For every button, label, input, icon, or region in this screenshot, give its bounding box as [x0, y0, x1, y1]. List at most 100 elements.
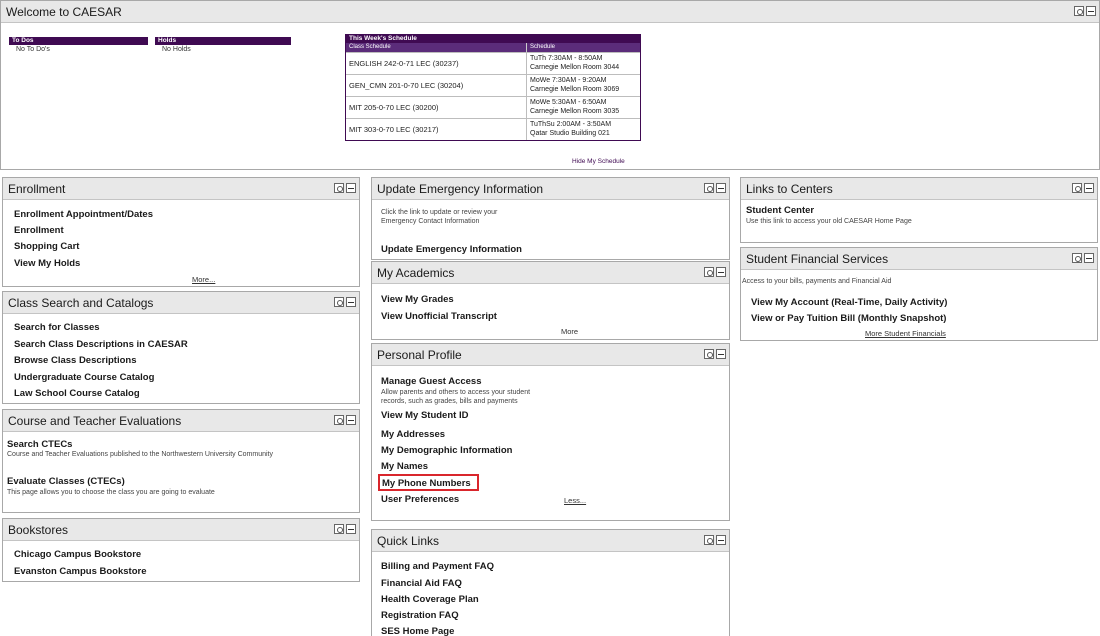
view-my-account-link[interactable]: View My Account (Real-Time, Daily Activi… — [751, 297, 947, 308]
health-coverage-link[interactable]: Health Coverage Plan — [381, 594, 479, 605]
emergency-header: Update Emergency Information — [372, 178, 729, 200]
view-my-grades-link[interactable]: View My Grades — [381, 294, 454, 305]
minimize-icon[interactable] — [716, 349, 726, 359]
evanston-bookstore-link[interactable]: Evanston Campus Bookstore — [14, 566, 147, 577]
settings-icon[interactable] — [704, 267, 714, 277]
view-student-id-link[interactable]: View My Student ID — [381, 410, 468, 421]
class-search-header: Class Search and Catalogs — [3, 292, 359, 314]
emergency-title: Update Emergency Information — [377, 182, 544, 196]
table-row: MIT 205-0-70 LEC (30200) MoWe 5:30AM - 6… — [346, 96, 640, 118]
schedule-cell: MoWe 7:30AM - 9:20AM Carnegie Mellon Roo… — [527, 75, 619, 96]
search-ctecs-link[interactable]: Search CTECs — [7, 439, 72, 450]
search-for-classes-link[interactable]: Search for Classes — [14, 322, 100, 333]
academics-more-link[interactable]: More — [561, 327, 578, 336]
enrollment-header: Enrollment — [3, 178, 359, 200]
academics-header: My Academics — [372, 262, 729, 284]
minimize-icon[interactable] — [1086, 6, 1096, 16]
emergency-desc-line1: Click the link to update or review your — [381, 209, 498, 216]
minimize-icon[interactable] — [346, 415, 356, 425]
student-center-link[interactable]: Student Center — [746, 205, 814, 216]
undergraduate-catalog-link[interactable]: Undergraduate Course Catalog — [14, 372, 154, 383]
quick-links-title: Quick Links — [377, 534, 440, 548]
class-cell: GEN_CMN 201-0-70 LEC (30204) — [346, 75, 527, 96]
enrollment-title: Enrollment — [8, 182, 66, 196]
welcome-title: Welcome to CAESAR — [6, 5, 122, 19]
centers-header: Links to Centers — [741, 178, 1097, 200]
holds-text: No Holds — [162, 46, 191, 53]
bookstores-header: Bookstores — [3, 519, 359, 541]
view-pay-tuition-link[interactable]: View or Pay Tuition Bill (Monthly Snapsh… — [751, 313, 946, 324]
my-names-link[interactable]: My Names — [381, 461, 428, 472]
schedule-time: MoWe 7:30AM - 9:20AM — [530, 77, 607, 84]
settings-icon[interactable] — [334, 415, 344, 425]
table-row: ENGLISH 242-0-71 LEC (30237) TuTh 7:30AM… — [346, 52, 640, 74]
schedule-table: This Week's Schedule Class Schedule Sche… — [345, 34, 641, 141]
sfs-pagelet: Student Financial Services — [740, 247, 1098, 341]
profile-less-link[interactable]: Less... — [564, 496, 586, 505]
evaluate-classes-link[interactable]: Evaluate Classes (CTECs) — [7, 476, 125, 487]
shopping-cart-link[interactable]: Shopping Cart — [14, 241, 79, 252]
ses-home-link[interactable]: SES Home Page — [381, 626, 454, 636]
welcome-header: Welcome to CAESAR — [1, 1, 1099, 23]
settings-icon[interactable] — [334, 524, 344, 534]
bookstores-title: Bookstores — [8, 523, 69, 537]
enrollment-more-link[interactable]: More... — [192, 275, 215, 284]
view-my-holds-link[interactable]: View My Holds — [14, 258, 80, 269]
law-school-catalog-link[interactable]: Law School Course Catalog — [14, 388, 140, 399]
ctec-header: Course and Teacher Evaluations — [3, 410, 359, 432]
my-addresses-link[interactable]: My Addresses — [381, 429, 445, 440]
quick-links-header: Quick Links — [372, 530, 729, 552]
settings-icon[interactable] — [334, 297, 344, 307]
settings-icon[interactable] — [334, 183, 344, 193]
schedule-time: TuThSu 2:00AM - 3:50AM — [530, 121, 612, 128]
settings-icon[interactable] — [704, 183, 714, 193]
settings-icon[interactable] — [1072, 183, 1082, 193]
my-demographic-info-link[interactable]: My Demographic Information — [381, 445, 512, 456]
minimize-icon[interactable] — [1084, 253, 1094, 263]
col-class-schedule: Class Schedule — [346, 43, 527, 52]
profile-title: Personal Profile — [377, 348, 462, 362]
schedule-room: Carnegie Mellon Room 3035 — [530, 107, 620, 115]
minimize-icon[interactable] — [716, 183, 726, 193]
col-schedule: Schedule — [530, 44, 556, 50]
sfs-title: Student Financial Services — [746, 252, 889, 266]
minimize-icon[interactable] — [346, 183, 356, 193]
hide-schedule-link[interactable]: Hide My Schedule — [572, 158, 625, 165]
financial-aid-faq-link[interactable]: Financial Aid FAQ — [381, 578, 462, 589]
settings-icon[interactable] — [1074, 6, 1084, 16]
billing-faq-link[interactable]: Billing and Payment FAQ — [381, 561, 494, 572]
todo-header: To Dos — [9, 37, 148, 45]
search-ctecs-desc: Course and Teacher Evaluations published… — [7, 451, 274, 458]
guest-access-desc2: records, such as grades, bills and payme… — [381, 398, 518, 405]
minimize-icon[interactable] — [1084, 183, 1094, 193]
settings-icon[interactable] — [704, 349, 714, 359]
sfs-header: Student Financial Services — [741, 248, 1097, 270]
search-class-descriptions-link[interactable]: Search Class Descriptions in CAESAR — [14, 339, 188, 350]
schedule-room: Qatar Studio Building 021 — [530, 129, 610, 137]
manage-guest-access-link[interactable]: Manage Guest Access — [381, 376, 482, 387]
browse-class-descriptions-link[interactable]: Browse Class Descriptions — [14, 355, 137, 366]
enrollment-appointment-link[interactable]: Enrollment Appointment/Dates — [14, 209, 153, 220]
class-search-title: Class Search and Catalogs — [8, 296, 154, 310]
user-preferences-link[interactable]: User Preferences — [381, 494, 459, 505]
schedule-room: Carnegie Mellon Room 3069 — [530, 85, 620, 93]
centers-title: Links to Centers — [746, 182, 833, 196]
enrollment-link[interactable]: Enrollment — [14, 225, 64, 236]
update-emergency-link[interactable]: Update Emergency Information — [381, 244, 522, 255]
holds-header: Holds — [155, 37, 291, 45]
view-transcript-link[interactable]: View Unofficial Transcript — [381, 311, 497, 322]
chicago-bookstore-link[interactable]: Chicago Campus Bookstore — [14, 549, 141, 560]
minimize-icon[interactable] — [346, 524, 356, 534]
settings-icon[interactable] — [1072, 253, 1082, 263]
minimize-icon[interactable] — [346, 297, 356, 307]
registration-faq-link[interactable]: Registration FAQ — [381, 610, 459, 621]
settings-icon[interactable] — [704, 535, 714, 545]
minimize-icon[interactable] — [716, 535, 726, 545]
minimize-icon[interactable] — [716, 267, 726, 277]
class-cell: ENGLISH 242-0-71 LEC (30237) — [346, 53, 527, 74]
schedule-room: Carnegie Mellon Room 3044 — [530, 63, 620, 71]
ctec-title: Course and Teacher Evaluations — [8, 414, 182, 428]
class-cell: MIT 303-0-70 LEC (30217) — [346, 119, 527, 140]
guest-access-desc1: Allow parents and others to access your … — [381, 389, 531, 396]
more-student-financials-link[interactable]: More Student Financials — [865, 329, 946, 338]
